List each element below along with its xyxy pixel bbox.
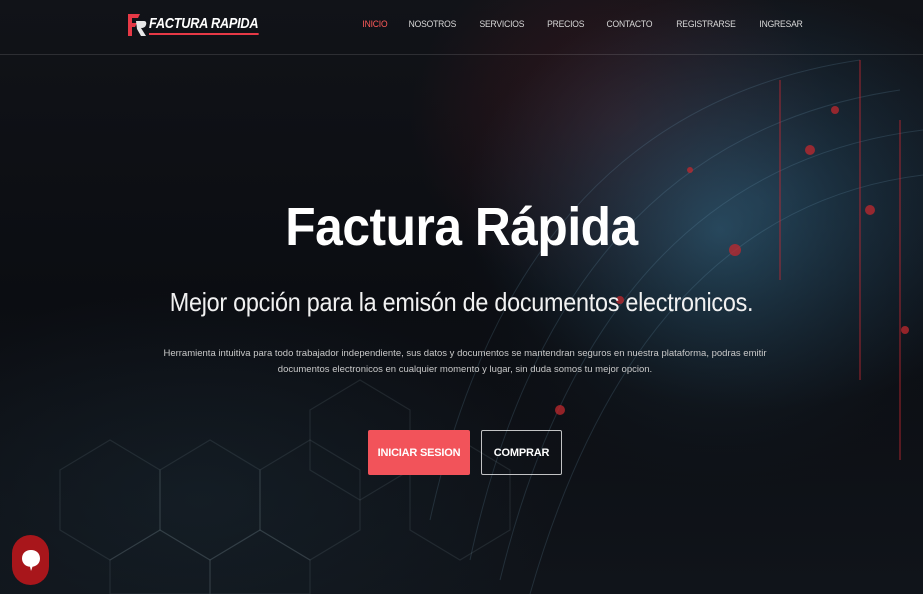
brand-logo[interactable]: FACTURA RAPIDA — [126, 9, 278, 41]
hero-description: Herramienta intuitiva para todo trabajad… — [163, 348, 767, 375]
chat-bubble-icon — [21, 550, 40, 571]
nav-item-contacto[interactable]: CONTACTO — [607, 19, 653, 30]
chat-widget-button[interactable] — [12, 535, 49, 585]
nav-item-servicios[interactable]: SERVICIOS — [480, 19, 525, 30]
nav-item-registrarse[interactable]: REGISTRARSE — [676, 19, 735, 30]
buy-button[interactable]: COMPRAR — [481, 430, 562, 475]
nav-item-inicio[interactable]: INICIO — [362, 19, 387, 30]
hero-title: Factura Rápida — [285, 197, 638, 257]
navbar: FACTURA RAPIDA INICIO NOSOTROS SERVICIOS… — [0, 0, 923, 55]
nav-item-nosotros[interactable]: NOSOTROS — [409, 19, 457, 30]
nav-item-precios[interactable]: PRECIOS — [547, 19, 584, 30]
login-button[interactable]: INICIAR SESION — [368, 430, 470, 475]
logo-fr-icon — [126, 12, 148, 38]
hero-subtitle: Mejor opción para la emisón de documento… — [169, 287, 754, 317]
main-nav: INICIO NOSOTROS SERVICIOS PRECIOS CONTAC… — [361, 19, 806, 30]
nav-item-ingresar[interactable]: INGRESAR — [759, 19, 802, 30]
logo-text: FACTURA RAPIDA — [149, 15, 259, 35]
